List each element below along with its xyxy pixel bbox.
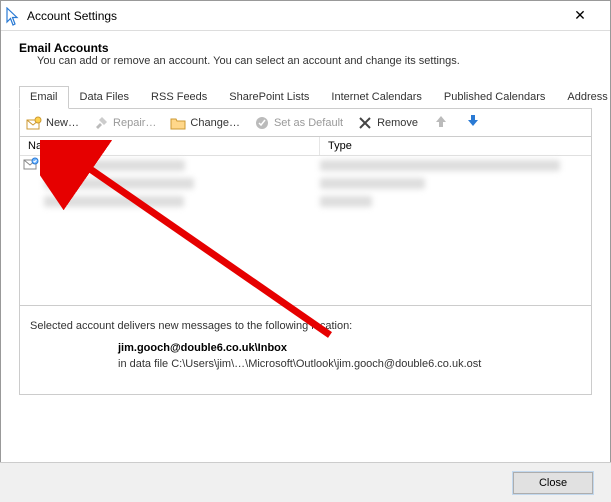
move-down-button[interactable] bbox=[464, 114, 482, 131]
page-heading: Email Accounts bbox=[19, 41, 592, 55]
set-default-button[interactable]: Set as Default bbox=[254, 115, 343, 131]
move-up-button[interactable] bbox=[432, 114, 450, 131]
column-header-name[interactable]: Name bbox=[20, 137, 320, 155]
default-account-icon bbox=[23, 157, 41, 173]
account-name-redacted bbox=[44, 178, 194, 189]
tab-sharepoint-lists[interactable]: SharePoint Lists bbox=[218, 86, 320, 109]
repair-button-label: Repair… bbox=[113, 117, 156, 129]
tab-data-files[interactable]: Data Files bbox=[69, 86, 141, 109]
remove-button[interactable]: Remove bbox=[357, 115, 418, 131]
close-button-label: Close bbox=[539, 477, 567, 489]
account-row[interactable] bbox=[20, 174, 591, 192]
account-type-redacted bbox=[320, 178, 425, 189]
delivery-datafile: in data file C:\Users\jim\…\Microsoft\Ou… bbox=[118, 358, 581, 370]
account-type-redacted bbox=[320, 196, 372, 207]
column-header-type[interactable]: Type bbox=[320, 137, 591, 155]
window-close-button[interactable]: ✕ bbox=[558, 2, 602, 30]
change-button[interactable]: Change… bbox=[170, 115, 240, 131]
delivery-mailbox: jim.gooch@double6.co.uk\Inbox bbox=[118, 342, 581, 354]
change-folder-icon bbox=[170, 115, 186, 131]
account-row[interactable] bbox=[20, 192, 591, 210]
account-name-redacted bbox=[45, 160, 185, 171]
close-button[interactable]: Close bbox=[513, 472, 593, 494]
checkmark-icon bbox=[254, 115, 270, 131]
tab-address-books[interactable]: Address Books bbox=[556, 86, 611, 109]
delivery-panel: Selected account delivers new messages t… bbox=[19, 306, 592, 395]
tab-published-calendars[interactable]: Published Calendars bbox=[433, 86, 557, 109]
content-area: Email Accounts You can add or remove an … bbox=[1, 31, 610, 395]
dialog-footer: Close bbox=[0, 462, 611, 502]
tab-bar: Email Data Files RSS Feeds SharePoint Li… bbox=[19, 85, 592, 109]
change-button-label: Change… bbox=[190, 117, 240, 129]
set-default-button-label: Set as Default bbox=[274, 117, 343, 129]
list-header: Name Type bbox=[20, 137, 591, 156]
title-bar: Account Settings ✕ bbox=[1, 1, 610, 31]
remove-button-label: Remove bbox=[377, 117, 418, 129]
mouse-cursor-icon bbox=[5, 7, 21, 30]
new-button-label: New… bbox=[46, 117, 79, 129]
remove-x-icon bbox=[357, 115, 373, 131]
repair-icon bbox=[93, 115, 109, 131]
account-name-redacted bbox=[44, 196, 184, 207]
page-subheading: You can add or remove an account. You ca… bbox=[37, 55, 592, 67]
tab-email[interactable]: Email bbox=[19, 86, 69, 109]
arrow-up-icon bbox=[434, 117, 448, 131]
account-row[interactable] bbox=[20, 156, 591, 174]
tab-rss-feeds[interactable]: RSS Feeds bbox=[140, 86, 218, 109]
window-title: Account Settings bbox=[27, 9, 117, 23]
tab-internet-calendars[interactable]: Internet Calendars bbox=[320, 86, 433, 109]
account-type-redacted bbox=[320, 160, 560, 171]
toolbar: New… Repair… Change… Set as Default Remo… bbox=[19, 109, 592, 136]
new-button[interactable]: New… bbox=[26, 115, 79, 131]
arrow-down-icon bbox=[466, 117, 480, 131]
delivery-intro: Selected account delivers new messages t… bbox=[30, 320, 581, 332]
repair-button[interactable]: Repair… bbox=[93, 115, 156, 131]
new-mail-icon bbox=[26, 115, 42, 131]
close-icon: ✕ bbox=[574, 7, 586, 24]
account-list: Name Type bbox=[19, 136, 592, 306]
